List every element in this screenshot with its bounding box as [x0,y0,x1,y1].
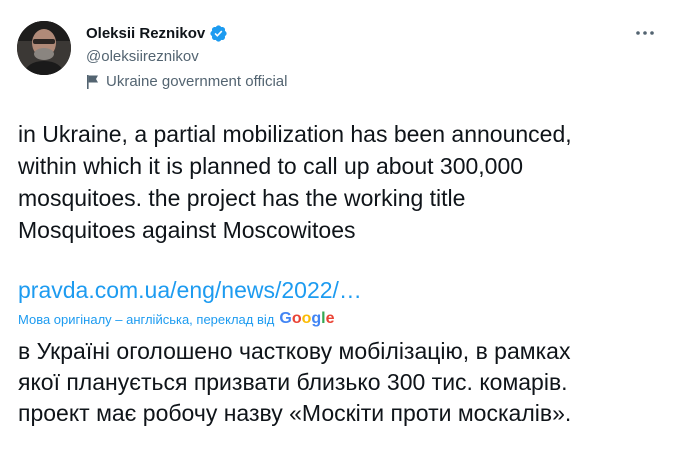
translation-note-text[interactable]: Мова оригіналу – англійська, переклад ві… [18,312,274,327]
translated-text: в Україні оголошено часткову мобілізацію… [18,336,663,429]
verified-badge-icon [209,24,228,43]
affiliation-text: Ukraine government official [106,73,288,90]
more-options-button[interactable] [628,20,662,46]
avatar[interactable] [17,21,71,75]
translated-text-line: якої планується призвати близько 300 тис… [18,369,568,395]
tweet-text-line: mosquitoes. the project has the working … [18,185,466,211]
tweet-text: in Ukraine, a partial mobilization has b… [18,118,663,246]
tweet-text-line: Mosquitoes against Moscowitoes [18,217,356,243]
more-options-icon [636,31,654,35]
news-link[interactable]: pravda.com.ua/eng/news/2022/… [18,274,362,306]
tweet-text-line: within which it is planned to call up ab… [18,153,524,179]
avatar-portrait [17,21,71,75]
flag-icon [86,74,100,90]
handle[interactable]: @oleksiireznikov [86,48,199,65]
translated-text-line: в Україні оголошено часткову мобілізацію… [18,338,571,364]
affiliation-label: Ukraine government official [86,73,287,90]
display-name[interactable]: Oleksii Reznikov [86,25,205,42]
translation-note[interactable]: Мова оригіналу – англійська, переклад ві… [18,310,335,328]
google-logo: Google [279,310,335,327]
name-row[interactable]: Oleksii Reznikov [86,24,228,43]
tweet[interactable]: Oleksii Reznikov @oleksiireznikov Ukrain… [0,0,674,455]
tweet-text-line: in Ukraine, a partial mobilization has b… [18,121,572,147]
translated-text-line: проект має робочу назву «Москіти проти м… [18,400,572,426]
